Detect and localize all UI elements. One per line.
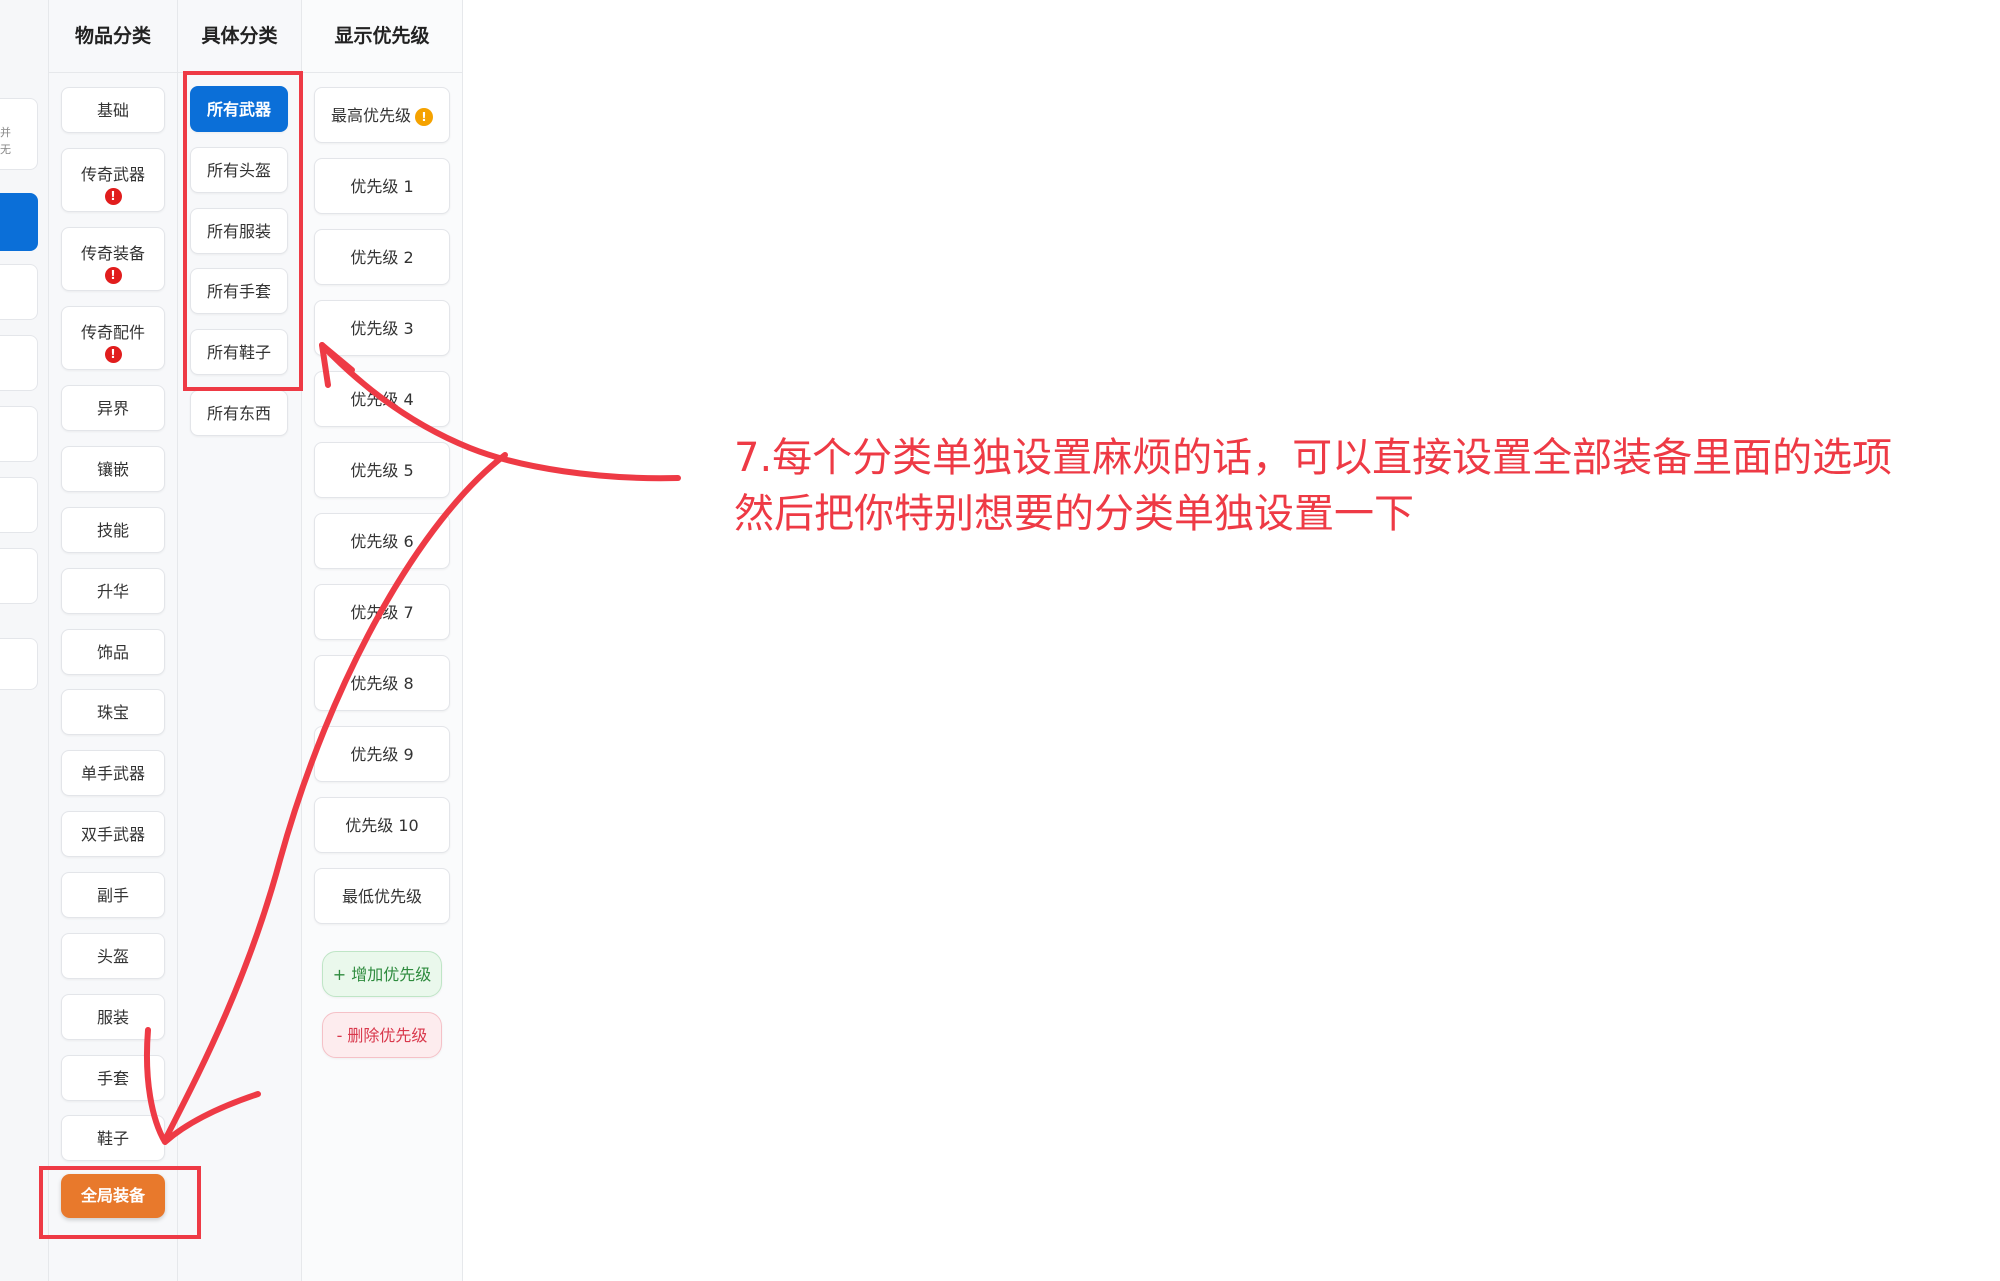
arrow-head-bottom xyxy=(143,1027,261,1145)
annotation-line-1: 7.每个分类单独设置麻烦的话，可以直接设置全部装备里面的选项 xyxy=(734,435,1893,481)
annotation-text: 7.每个分类单独设置麻烦的话，可以直接设置全部装备里面的选项 然后把你特别想要的… xyxy=(734,430,1984,542)
arrow-to-global-button xyxy=(162,452,508,1143)
annotation-arrows xyxy=(143,342,681,1145)
annotation-line-2: 然后把你特别想要的分类单独设置一下 xyxy=(734,491,1414,537)
arrow-head-top xyxy=(319,342,355,388)
